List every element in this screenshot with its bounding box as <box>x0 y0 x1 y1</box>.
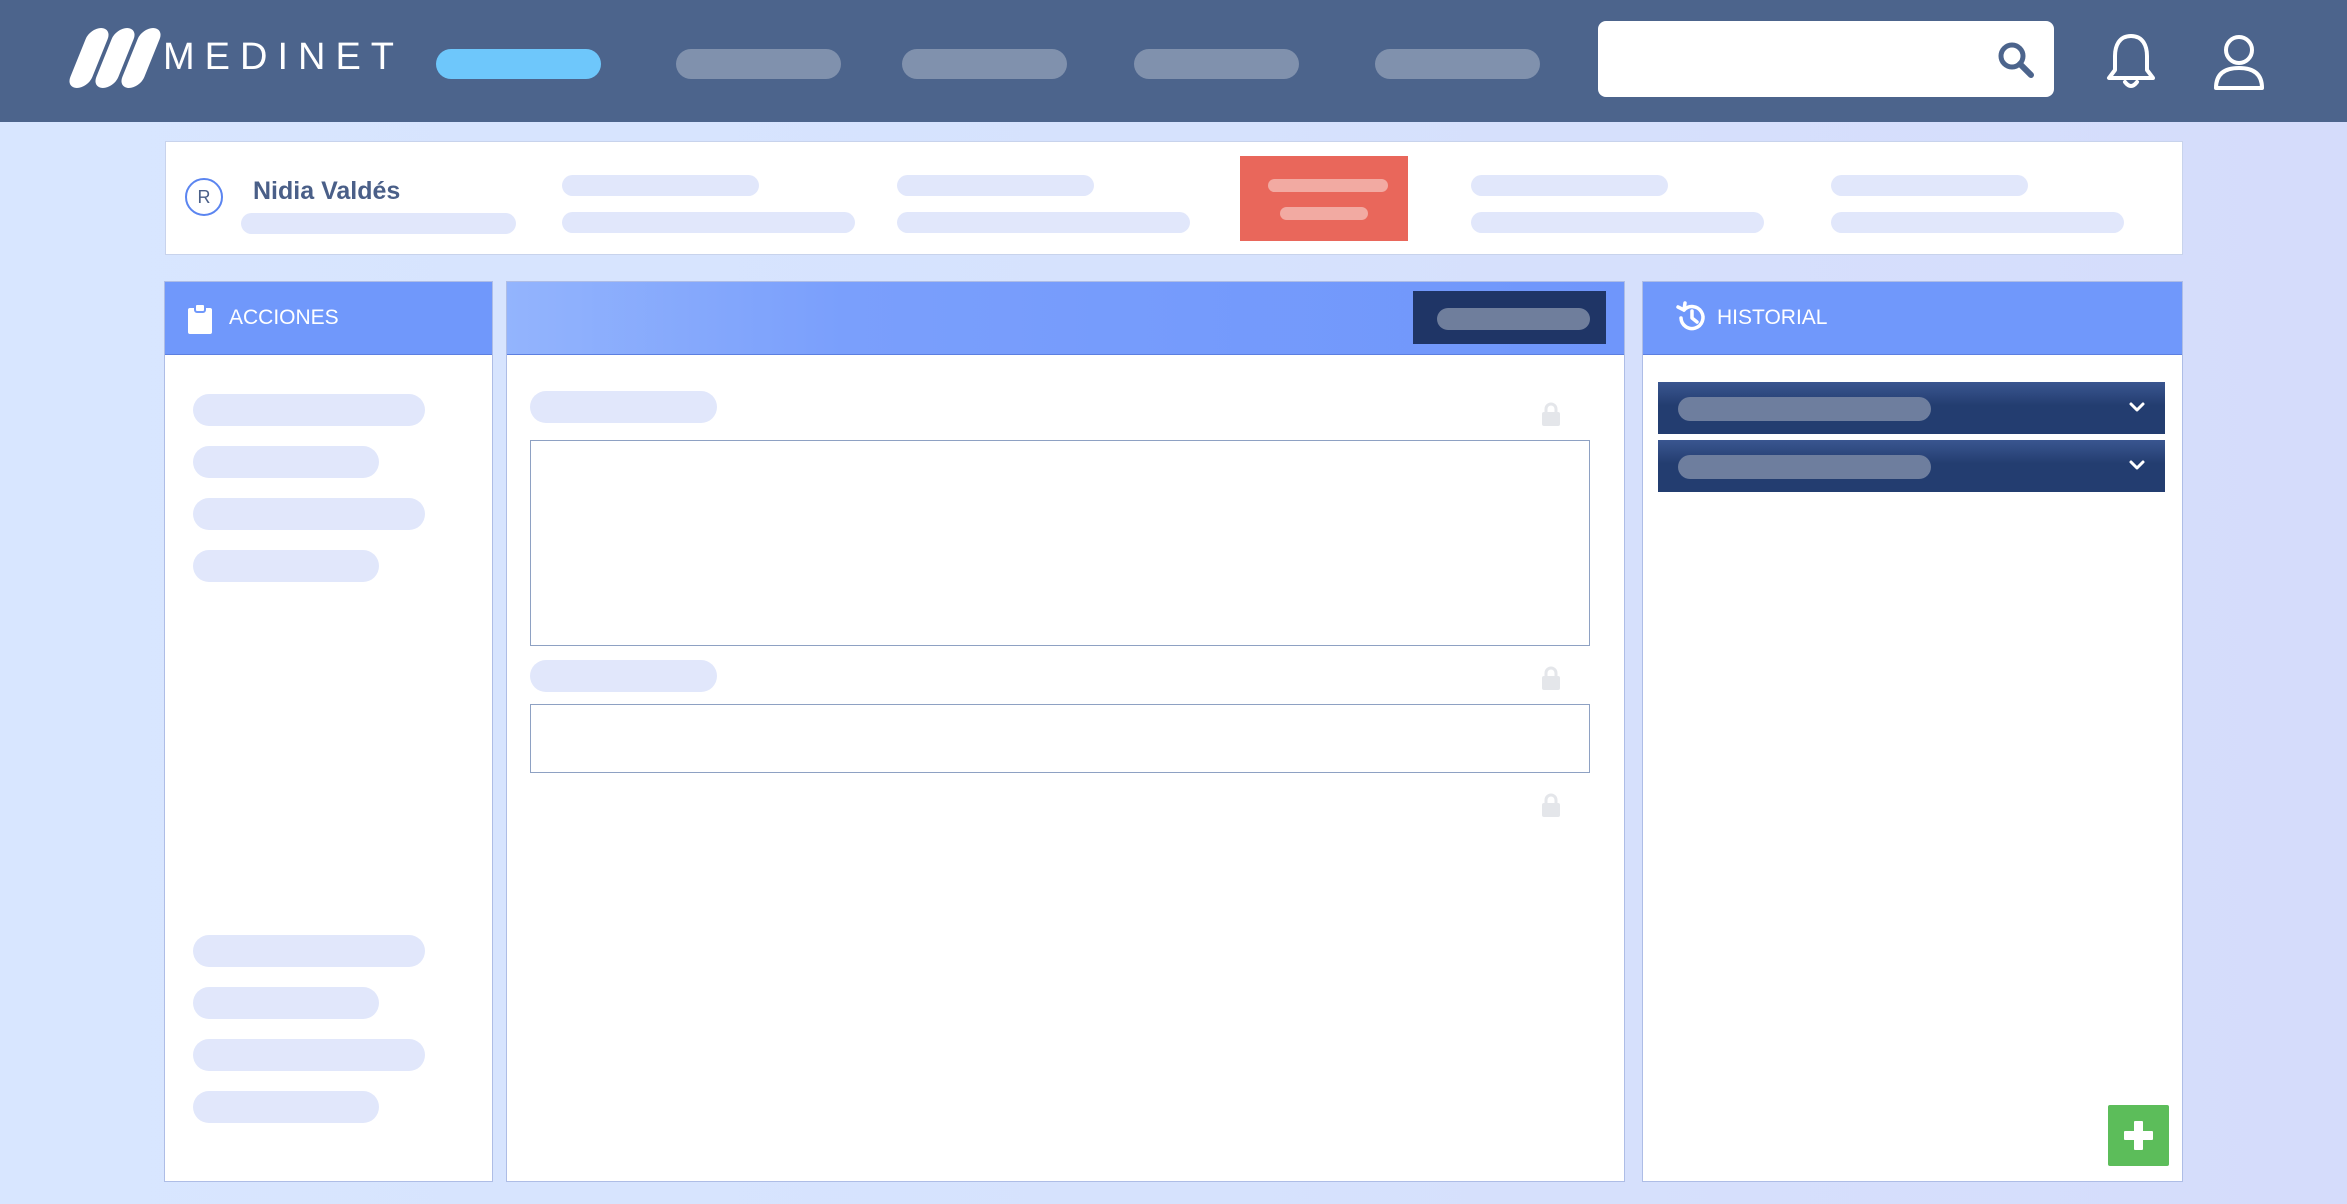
lock-icon <box>1542 402 1560 426</box>
alert-badge[interactable] <box>1240 156 1408 241</box>
info-label-placeholder <box>1831 175 2028 196</box>
chevron-down-icon[interactable] <box>2128 401 2146 415</box>
nav-item-active[interactable] <box>436 49 601 79</box>
action-item-placeholder[interactable] <box>193 1039 425 1071</box>
top-navigation-bar: MEDINET <box>0 0 2347 122</box>
main-panel-header <box>507 282 1624 355</box>
patient-avatar: R <box>185 178 223 216</box>
history-panel-header: HISTORIAL <box>1643 282 2182 355</box>
text-input-field[interactable] <box>530 704 1590 773</box>
plus-icon <box>2124 1121 2153 1150</box>
patient-summary-card: R Nidia Valdés <box>165 141 2183 255</box>
bell-icon[interactable] <box>2105 32 2157 92</box>
info-label-placeholder <box>897 175 1094 196</box>
action-item-placeholder[interactable] <box>193 935 425 967</box>
action-item-placeholder[interactable] <box>193 498 425 530</box>
history-entry-placeholder <box>1678 455 1931 479</box>
nav-item[interactable] <box>902 49 1067 79</box>
info-value-placeholder <box>1831 212 2124 233</box>
header-action-button[interactable] <box>1413 291 1606 344</box>
action-item-placeholder[interactable] <box>193 987 379 1019</box>
actions-panel-header: ACCIONES <box>165 282 492 355</box>
alert-line-placeholder <box>1280 207 1368 220</box>
action-item-placeholder[interactable] <box>193 394 425 426</box>
patient-detail-placeholder <box>241 213 516 234</box>
history-entry[interactable] <box>1658 382 2165 434</box>
lock-icon <box>1542 793 1560 817</box>
history-panel-title: HISTORIAL <box>1717 306 1828 329</box>
action-item-placeholder[interactable] <box>193 550 379 582</box>
lock-icon <box>1542 666 1560 690</box>
alert-line-placeholder <box>1268 179 1388 192</box>
user-icon[interactable] <box>2212 32 2266 92</box>
chevron-down-icon[interactable] <box>2128 459 2146 473</box>
actions-panel: ACCIONES <box>164 281 493 1182</box>
logo-wordmark: MEDINET <box>163 36 404 78</box>
history-icon <box>1676 301 1705 331</box>
field-label-placeholder <box>530 391 717 423</box>
actions-panel-title: ACCIONES <box>229 306 339 329</box>
action-item-placeholder[interactable] <box>193 446 379 478</box>
history-entry[interactable] <box>1658 440 2165 492</box>
action-item-placeholder[interactable] <box>193 1091 379 1123</box>
info-label-placeholder <box>562 175 759 196</box>
search-input[interactable] <box>1598 21 2054 97</box>
history-entry-placeholder <box>1678 397 1931 421</box>
history-panel: HISTORIAL <box>1642 281 2183 1182</box>
patient-name: Nidia Valdés <box>253 177 401 205</box>
field-label-placeholder <box>530 660 717 692</box>
info-label-placeholder <box>1471 175 1668 196</box>
info-value-placeholder <box>1471 212 1764 233</box>
info-value-placeholder <box>897 212 1190 233</box>
clipboard-icon <box>188 304 212 334</box>
nav-item[interactable] <box>1134 49 1299 79</box>
search-icon[interactable] <box>1996 40 2036 80</box>
button-label-placeholder <box>1437 308 1590 330</box>
info-value-placeholder <box>562 212 855 233</box>
nav-item[interactable] <box>1375 49 1540 79</box>
add-button[interactable] <box>2108 1105 2169 1166</box>
text-area-field[interactable] <box>530 440 1590 646</box>
nav-item[interactable] <box>676 49 841 79</box>
main-form-panel <box>506 281 1625 1182</box>
